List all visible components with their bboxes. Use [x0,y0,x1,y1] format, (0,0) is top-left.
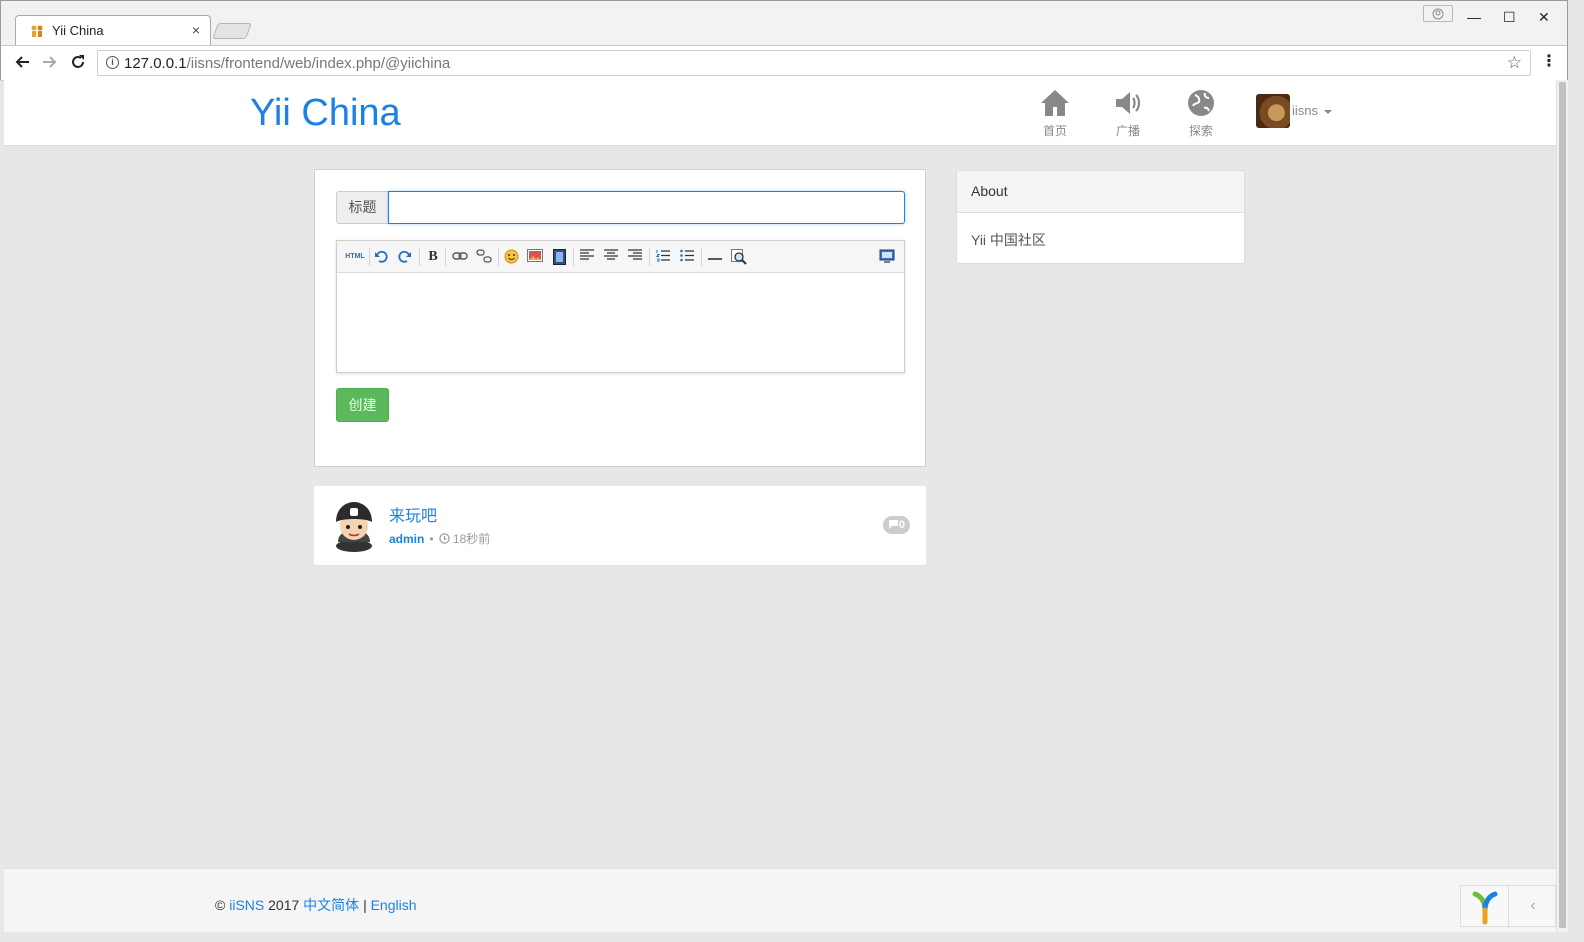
post-author-link[interactable]: admin [389,532,424,546]
image-icon[interactable] [527,249,543,265]
editor-content-area[interactable] [337,274,904,373]
page-viewport: Yii China 首页 广播 探索 iisns 标题 HTML B 创建 来玩… [4,80,1556,932]
post-author-avatar[interactable] [330,500,378,552]
user-name-label: iisns [1292,103,1333,118]
nav-item-label: 广播 [1115,124,1140,138]
url-path: /iisns/frontend/web/index.php/@yiichina [186,55,451,72]
nav-item-label: 首页 [1042,124,1067,138]
create-button[interactable]: 创建 [336,388,389,422]
globe-icon [1179,88,1223,120]
comment-count-badge[interactable]: 0 [882,516,910,534]
home-icon [1033,88,1077,120]
post-title-link[interactable]: 来玩吧 [389,502,437,526]
footer-text: © iiSNS 2017 中文简体 | English [215,895,417,915]
footer-year: 2017 [268,897,300,913]
link-icon[interactable] [452,249,468,265]
chevron-left-icon[interactable]: ‹ [1509,886,1556,928]
caret-down-icon [1324,109,1333,114]
nav-item-explore[interactable]: 探索 [1179,88,1223,139]
title-label: 标题 [336,191,389,224]
preview-icon[interactable] [731,249,747,265]
close-window-button[interactable]: ✕ [1538,10,1550,24]
site-brand[interactable]: Yii China [250,92,401,135]
toolbar-separator [445,248,446,266]
tab-strip: Yii China × — ☐ ✕ [1,1,1567,45]
back-arrow-icon[interactable] [13,53,31,74]
about-panel-title: About [957,171,1244,213]
nav-item-label: 探索 [1188,124,1213,138]
align-left-icon[interactable] [579,249,595,265]
rich-text-editor: HTML B [336,240,905,373]
site-navbar: Yii China 首页 广播 探索 iisns [4,80,1556,146]
footer-separator: | [363,897,367,913]
reload-icon[interactable] [69,53,87,74]
minimize-button[interactable]: — [1467,10,1481,24]
info-icon[interactable]: i [106,56,119,69]
forward-arrow-icon[interactable] [41,53,59,74]
list-item: 来玩吧 admin • 18秒前 0 [314,486,926,566]
toolbar-separator [701,248,702,266]
fullscreen-icon[interactable] [879,249,895,265]
ordered-list-icon[interactable] [655,249,671,265]
align-center-icon[interactable] [603,249,619,265]
browser-chrome: Yii China × — ☐ ✕ i 127.0.0.1/iisns/fron… [0,0,1568,81]
profile-icon[interactable] [1423,5,1453,22]
redo-icon[interactable] [397,249,413,265]
speaker-icon [1106,88,1150,120]
comment-count: 0 [898,519,905,531]
address-bar: i 127.0.0.1/iisns/frontend/web/index.php… [1,45,1567,81]
footer-site-link[interactable]: iiSNS [229,897,264,913]
video-icon[interactable] [551,249,567,265]
unlink-icon[interactable] [476,249,492,265]
user-avatar [1256,94,1290,128]
url-text: 127.0.0.1/iisns/frontend/web/index.php/@… [124,55,450,72]
maximize-button[interactable]: ☐ [1503,10,1516,24]
unordered-list-icon[interactable] [679,249,695,265]
bold-icon[interactable]: B [425,249,441,265]
page-scrollbar[interactable] [1556,80,1568,932]
copyright-symbol: © [215,897,226,913]
horizontal-rule-icon[interactable] [707,249,723,265]
undo-icon[interactable] [373,249,389,265]
clock-icon [438,532,450,546]
nav-item-broadcast[interactable]: 广播 [1106,88,1150,139]
toolbar-separator [573,248,574,266]
post-form-panel: 标题 HTML B 创建 [314,169,926,467]
language-en-link[interactable]: English [371,897,417,913]
url-host: 127.0.0.1 [124,55,187,72]
editor-toolbar: HTML B [337,241,904,273]
toolbar-separator [419,248,420,266]
tab-title: Yii China [52,23,104,38]
emoticon-icon[interactable] [503,249,519,265]
url-input[interactable]: i 127.0.0.1/iisns/frontend/web/index.php… [97,50,1531,76]
debug-toolbar: ‹ [1460,885,1556,928]
nav-item-home[interactable]: 首页 [1033,88,1077,139]
title-input[interactable] [388,191,905,224]
bookmark-star-icon[interactable]: ☆ [1507,53,1522,73]
meta-separator-dot: • [429,532,434,546]
new-tab-button[interactable] [212,23,252,39]
scrollbar-thumb[interactable] [1559,82,1566,928]
html-icon[interactable]: HTML [345,249,365,265]
about-panel: About Yii 中国社区 [956,170,1245,264]
post-time: 18秒前 [452,532,491,546]
tab-close-icon[interactable]: × [192,22,200,38]
yii-logo-icon[interactable] [1461,886,1509,928]
toolbar-separator [498,248,499,266]
browser-tab[interactable]: Yii China × [15,15,211,45]
favicon-icon [30,24,44,38]
site-footer: © iiSNS 2017 中文简体 | English ‹ [4,868,1556,932]
align-right-icon[interactable] [627,249,643,265]
post-meta: admin • 18秒前 [389,530,490,547]
toolbar-separator [649,248,650,266]
browser-menu-icon[interactable]: ⋮ [1541,54,1557,70]
comment-icon [888,519,899,531]
language-zh-link[interactable]: 中文简体 [303,897,359,913]
toolbar-separator [369,248,370,266]
about-panel-body: Yii 中国社区 [971,232,1046,248]
